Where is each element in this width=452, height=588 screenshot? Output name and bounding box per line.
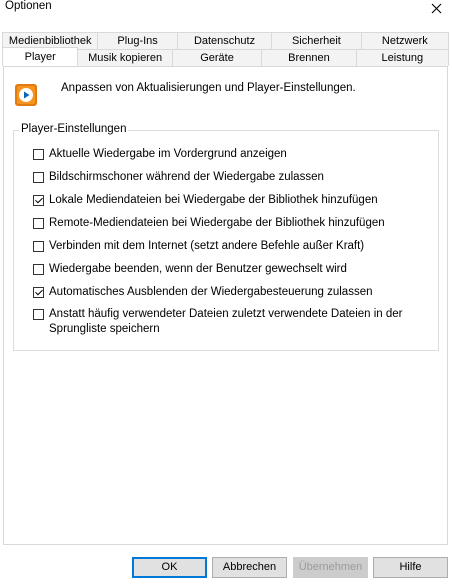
option-label: Lokale Mediendateien bei Wiedergabe der … — [49, 194, 378, 206]
checkbox[interactable] — [33, 264, 44, 275]
checkbox[interactable] — [33, 241, 44, 252]
option-jumplist-recent[interactable]: Anstatt häufig verwendeter Dateien zulet… — [33, 307, 419, 337]
tab-datenschutz[interactable]: Datenschutz — [176, 32, 273, 49]
tab-player[interactable]: Player — [2, 47, 79, 66]
close-button[interactable] — [420, 0, 452, 16]
checkbox[interactable] — [33, 309, 44, 320]
checkbox[interactable] — [33, 287, 44, 298]
title-bar: Optionen — [0, 0, 452, 16]
option-label: Automatisches Ausblenden der Wiedergabes… — [49, 286, 373, 298]
tab-leistung[interactable]: Leistung — [355, 49, 450, 66]
option-add-local-files[interactable]: Lokale Mediendateien bei Wiedergabe der … — [33, 193, 378, 208]
tab-netzwerk[interactable]: Netzwerk — [360, 32, 450, 49]
option-label: Verbinden mit dem Internet (setzt andere… — [49, 240, 365, 252]
option-label: Aktuelle Wiedergabe im Vordergrund anzei… — [49, 148, 287, 160]
help-button[interactable]: Hilfe — [373, 557, 448, 578]
close-icon — [431, 3, 441, 13]
tab-brennen[interactable]: Brennen — [261, 49, 357, 66]
option-autohide-controls[interactable]: Automatisches Ausblenden der Wiedergabes… — [33, 285, 372, 300]
checkbox[interactable] — [33, 218, 44, 229]
window-title: Optionen — [5, 0, 52, 12]
option-allow-screensaver[interactable]: Bildschirmschoner während der Wiedergabe… — [33, 170, 324, 185]
tab-row-front: Player Musik kopieren Geräte Brennen Lei… — [2, 47, 450, 66]
media-player-icon — [14, 83, 38, 107]
option-stop-on-user-switch[interactable]: Wiedergabe beenden, wenn der Benutzer ge… — [33, 262, 347, 277]
cancel-button[interactable]: Abbrechen — [212, 557, 287, 578]
player-intro-text: Anpassen von Aktualisierungen und Player… — [61, 82, 356, 94]
tab-geraete[interactable]: Geräte — [171, 49, 263, 66]
checkbox[interactable] — [33, 172, 44, 183]
group-label: Player-Einstellungen — [19, 123, 129, 135]
tab-sicherheit[interactable]: Sicherheit — [271, 32, 362, 49]
option-label: Anstatt häufig verwendeter Dateien zulet… — [49, 308, 403, 335]
option-label: Wiedergabe beenden, wenn der Benutzer ge… — [49, 263, 347, 275]
tab-plug-ins[interactable]: Plug-Ins — [97, 32, 178, 49]
tab-musik-kopieren[interactable]: Musik kopieren — [77, 49, 173, 66]
checkbox[interactable] — [33, 149, 44, 160]
player-settings-group: Player-Einstellungen Aktuelle Wiedergabe… — [13, 123, 439, 351]
player-tab-panel: Anpassen von Aktualisierungen und Player… — [3, 66, 448, 545]
ok-button[interactable]: OK — [132, 557, 207, 578]
option-connect-internet[interactable]: Verbinden mit dem Internet (setzt andere… — [33, 239, 364, 254]
option-add-remote-files[interactable]: Remote-Mediendateien bei Wiedergabe der … — [33, 216, 385, 231]
checkbox[interactable] — [33, 195, 44, 206]
apply-button[interactable]: Übernehmen — [293, 557, 368, 578]
option-label: Bildschirmschoner während der Wiedergabe… — [49, 171, 324, 183]
option-label: Remote-Mediendateien bei Wiedergabe der … — [49, 217, 385, 229]
option-now-playing-on-top[interactable]: Aktuelle Wiedergabe im Vordergrund anzei… — [33, 147, 287, 162]
